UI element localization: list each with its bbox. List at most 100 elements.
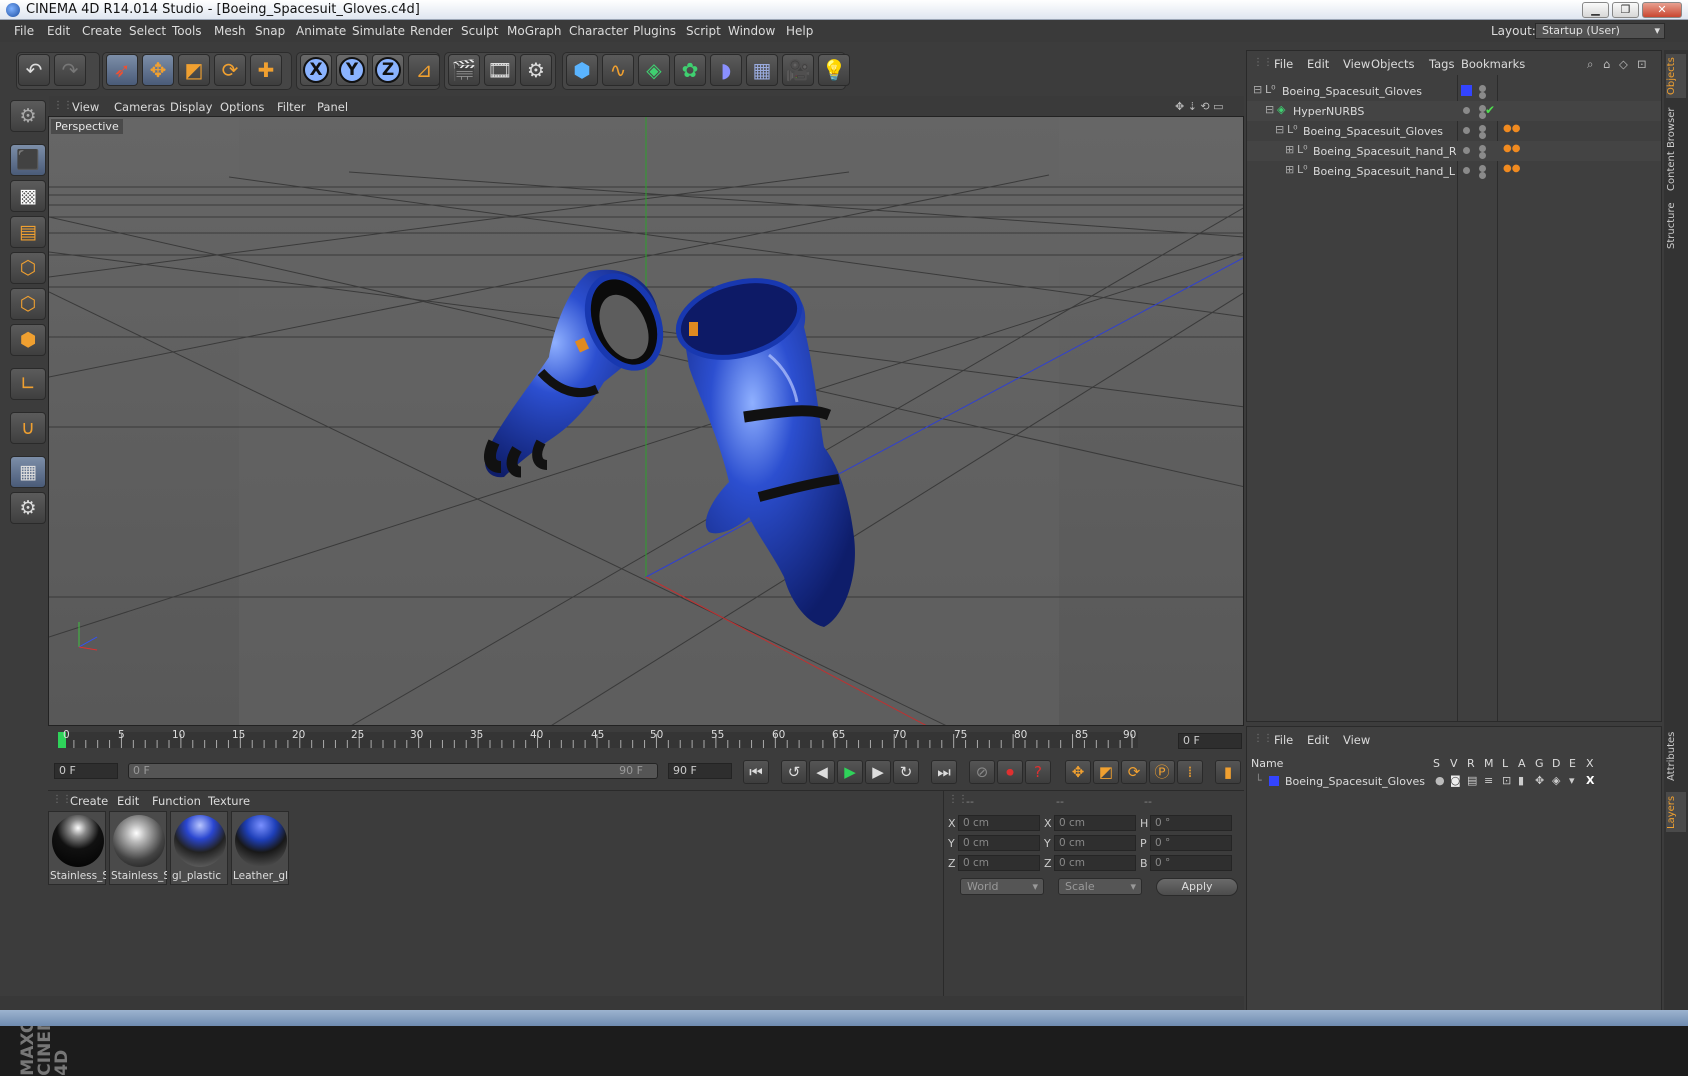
- menu-script[interactable]: Script: [686, 24, 721, 38]
- undo-button[interactable]: ↶: [18, 54, 50, 86]
- editor-visibility-dot[interactable]: [1479, 125, 1486, 132]
- menu-snap[interactable]: Snap: [255, 24, 285, 38]
- points-mode-button[interactable]: ⬡: [10, 252, 46, 284]
- objects-menu-objects[interactable]: Objects: [1371, 57, 1414, 71]
- viewport-menu-view[interactable]: View: [72, 100, 99, 114]
- object-row-hand-l[interactable]: ⊞ L⁰ Boeing_Spacesuit_hand_L ●●: [1247, 161, 1661, 181]
- perspective-viewport[interactable]: Perspective: [48, 116, 1244, 726]
- layer-color-swatch[interactable]: [1461, 85, 1472, 96]
- material-menu-edit[interactable]: Edit: [117, 794, 139, 808]
- deformers-icon[interactable]: ◈: [1552, 774, 1560, 787]
- z-axis-button[interactable]: Z: [372, 54, 404, 86]
- material-tag-icon[interactable]: ●●: [1503, 163, 1520, 174]
- render-picture-viewer-button[interactable]: 🎞: [484, 54, 516, 86]
- view-eye-icon[interactable]: ◙: [1450, 774, 1461, 787]
- viewport-navigation-icons[interactable]: ✥ ⇣ ⟲ ▭: [1175, 100, 1224, 113]
- material-tag-icon[interactable]: ●●: [1503, 143, 1520, 154]
- new-window-icon[interactable]: ⊡: [1637, 57, 1647, 71]
- menu-help[interactable]: Help: [786, 24, 813, 38]
- render-view-button[interactable]: 🎬: [448, 54, 480, 86]
- material-tag-icon[interactable]: ●●: [1503, 123, 1520, 134]
- x-axis-button[interactable]: X: [300, 54, 332, 86]
- apply-button[interactable]: Apply: [1156, 878, 1238, 896]
- preview-range-slider[interactable]: 0 F 90 F: [128, 763, 658, 779]
- editor-visibility-dot[interactable]: [1479, 165, 1486, 172]
- next-frame-button[interactable]: ▶: [865, 760, 891, 784]
- rotate-button[interactable]: ⟳: [214, 54, 246, 86]
- timeline-ruler[interactable]: 0 5 10 15 20 25 30 35 40 45 50 55 60 65 …: [48, 726, 1244, 756]
- material-menu-texture[interactable]: Texture: [208, 794, 250, 808]
- objects-menu-tags[interactable]: Tags: [1429, 57, 1454, 71]
- scale-button[interactable]: ◩: [178, 54, 210, 86]
- enabled-check-icon[interactable]: ✔: [1485, 103, 1495, 117]
- camera-button[interactable]: 🎥: [782, 54, 814, 86]
- animation-icon[interactable]: ▮: [1518, 774, 1524, 787]
- menu-tools[interactable]: Tools: [172, 24, 202, 38]
- menu-file[interactable]: File: [14, 24, 34, 38]
- edges-mode-button[interactable]: ⬡: [10, 288, 46, 320]
- collapse-icon[interactable]: ⊟: [1265, 103, 1274, 116]
- menu-animate[interactable]: Animate: [296, 24, 346, 38]
- editor-visibility-dot[interactable]: [1479, 145, 1486, 152]
- layers-menu-edit[interactable]: Edit: [1307, 733, 1329, 747]
- objects-menu-edit[interactable]: Edit: [1307, 57, 1329, 71]
- layers-menu-view[interactable]: View: [1343, 733, 1370, 747]
- size-z-field[interactable]: 0 cm: [1054, 855, 1136, 871]
- menu-simulate[interactable]: Simulate: [352, 24, 405, 38]
- tab-content-browser[interactable]: Content Browser: [1666, 106, 1686, 192]
- play-button[interactable]: ▶: [837, 760, 863, 784]
- menu-render[interactable]: Render: [410, 24, 453, 38]
- menu-character[interactable]: Character: [569, 24, 628, 38]
- previous-key-button[interactable]: ↺: [781, 760, 807, 784]
- pos-y-field[interactable]: 0 cm: [958, 835, 1040, 851]
- object-row-hypernurbs[interactable]: ⊟ ◈ HyperNURBS ✔: [1247, 101, 1661, 121]
- spline-button[interactable]: ∿: [602, 54, 634, 86]
- lock-workplane-button[interactable]: ▦: [10, 456, 46, 488]
- objects-menu-bookmarks[interactable]: Bookmarks: [1461, 57, 1525, 71]
- layers-menu-file[interactable]: File: [1274, 733, 1293, 747]
- close-button[interactable]: ✕: [1642, 2, 1682, 18]
- coordinate-system-button[interactable]: ⊿: [408, 54, 440, 86]
- menu-mograph[interactable]: MoGraph: [507, 24, 562, 38]
- menu-plugins[interactable]: Plugins: [633, 24, 676, 38]
- previous-frame-button[interactable]: ◀: [809, 760, 835, 784]
- collapse-icon[interactable]: ⊟: [1253, 83, 1262, 96]
- search-icon[interactable]: ⌕: [1587, 57, 1593, 72]
- size-mode-dropdown[interactable]: Scale ▾: [1058, 878, 1142, 895]
- menu-window[interactable]: Window: [728, 24, 775, 38]
- collapse-icon[interactable]: ⊟: [1275, 123, 1284, 136]
- expand-icon[interactable]: ⊞: [1285, 143, 1294, 156]
- polygons-mode-button[interactable]: ⬢: [10, 324, 46, 356]
- material-swatch-gl-plastic[interactable]: gl_plastic: [170, 811, 228, 885]
- pos-x-field[interactable]: 0 cm: [958, 815, 1040, 831]
- next-key-button[interactable]: ↻: [893, 760, 919, 784]
- array-button[interactable]: ✿: [674, 54, 706, 86]
- record-keys-button[interactable]: ⊘: [969, 760, 995, 784]
- back-icon[interactable]: ◇: [1619, 57, 1628, 71]
- render-visibility-dot[interactable]: [1479, 92, 1486, 99]
- timeline-button[interactable]: ▮: [1215, 760, 1241, 784]
- editor-visibility-dot[interactable]: [1479, 85, 1486, 92]
- cube-object-button[interactable]: ⬢: [566, 54, 598, 86]
- object-row-root[interactable]: ⊟ L⁰ Boeing_Spacesuit_Gloves: [1247, 81, 1661, 101]
- tab-attributes[interactable]: Attributes: [1666, 726, 1686, 786]
- make-editable-button[interactable]: ⚙: [10, 100, 46, 132]
- material-menu-function[interactable]: Function: [152, 794, 201, 808]
- model-mode-button[interactable]: ⬛: [10, 144, 46, 176]
- menu-edit[interactable]: Edit: [47, 24, 70, 38]
- objects-menu-view[interactable]: View: [1343, 57, 1370, 71]
- object-row-gloves[interactable]: ⊟ L⁰ Boeing_Spacesuit_Gloves ●●: [1247, 121, 1661, 141]
- y-axis-button[interactable]: Y: [336, 54, 368, 86]
- snap-button[interactable]: ∪: [10, 412, 46, 444]
- parameter-key-button[interactable]: Ⓟ: [1149, 760, 1175, 784]
- menu-select[interactable]: Select: [129, 24, 166, 38]
- point-level-key-button[interactable]: ⁞: [1177, 760, 1203, 784]
- expand-icon[interactable]: ⊞: [1285, 163, 1294, 176]
- objects-menu-file[interactable]: File: [1274, 57, 1293, 71]
- planar-workplane-button[interactable]: ⚙: [10, 492, 46, 524]
- viewport-menu-panel[interactable]: Panel: [317, 100, 348, 114]
- material-swatch-stainless-2[interactable]: Stainless_S: [109, 811, 167, 885]
- redo-button[interactable]: ↷: [54, 54, 86, 86]
- viewport-menu-display[interactable]: Display: [170, 100, 212, 114]
- material-swatch-stainless-1[interactable]: Stainless_S: [48, 811, 106, 885]
